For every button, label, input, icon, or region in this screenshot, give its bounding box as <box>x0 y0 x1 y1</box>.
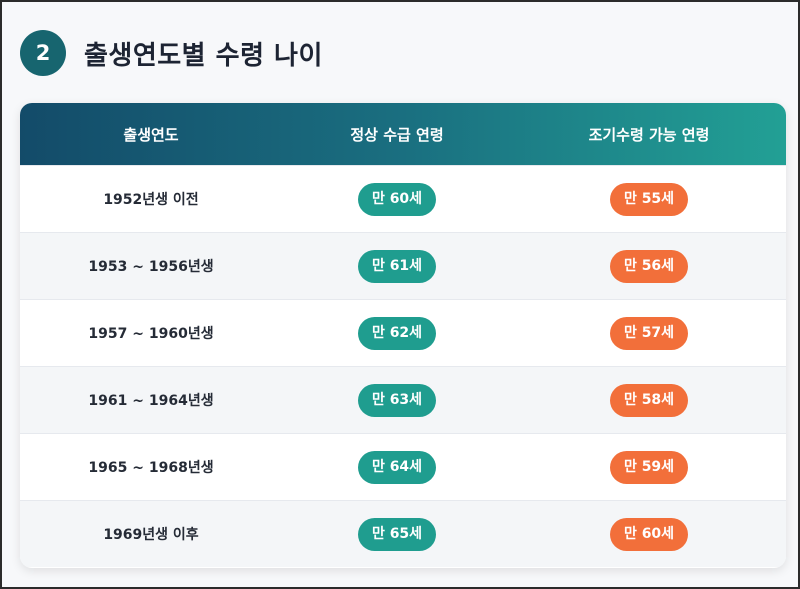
early-age-badge: 만 56세 <box>609 249 689 283</box>
birth-year-cell: 1961 ~ 1964년생 <box>88 393 214 409</box>
table-row: 1961 ~ 1964년생 만 63세 만 58세 <box>20 366 786 433</box>
header-early-age: 조기수령 가능 연령 <box>588 125 710 144</box>
table-header: 출생연도 정상 수급 연령 조기수령 가능 연령 <box>20 103 786 165</box>
table-row: 1965 ~ 1968년생 만 64세 만 59세 <box>20 433 786 500</box>
birth-year-cell: 1953 ~ 1956년생 <box>88 259 214 275</box>
section-title: 출생연도별 수령 나이 <box>84 40 323 71</box>
birth-year-cell: 1952년생 이전 <box>103 192 199 208</box>
normal-age-badge: 만 61세 <box>357 249 437 283</box>
early-age-badge: 만 58세 <box>609 383 689 417</box>
early-age-badge: 만 57세 <box>609 316 689 350</box>
header-normal-age: 정상 수급 연령 <box>350 125 444 144</box>
section-header: 2 출생연도별 수령 나이 <box>20 30 323 76</box>
normal-age-badge: 만 60세 <box>357 182 437 216</box>
table-row: 1957 ~ 1960년생 만 62세 만 57세 <box>20 299 786 366</box>
birth-year-cell: 1965 ~ 1968년생 <box>88 460 214 476</box>
early-age-badge: 만 59세 <box>609 450 689 484</box>
early-age-badge: 만 60세 <box>609 517 689 551</box>
table-row: 1953 ~ 1956년생 만 61세 만 56세 <box>20 232 786 299</box>
birth-year-cell: 1969년생 이후 <box>103 527 199 543</box>
normal-age-badge: 만 62세 <box>357 316 437 350</box>
age-table: 출생연도 정상 수급 연령 조기수령 가능 연령 1952년생 이전 만 60세… <box>20 103 786 568</box>
early-age-badge: 만 55세 <box>609 182 689 216</box>
birth-year-cell: 1957 ~ 1960년생 <box>88 326 214 342</box>
normal-age-badge: 만 65세 <box>357 517 437 551</box>
table-row: 1952년생 이전 만 60세 만 55세 <box>20 165 786 232</box>
normal-age-badge: 만 63세 <box>357 383 437 417</box>
normal-age-badge: 만 64세 <box>357 450 437 484</box>
header-birth-year: 출생연도 <box>123 125 179 144</box>
section-number-badge: 2 <box>20 30 66 76</box>
table-row: 1969년생 이후 만 65세 만 60세 <box>20 500 786 567</box>
